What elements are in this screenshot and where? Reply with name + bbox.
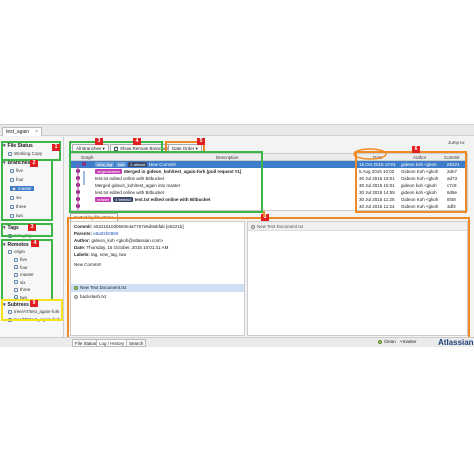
highlight-branches — [1, 159, 53, 221]
sourcetree-window: test_again × ▾ File Status Working Copy ▾ B… — [0, 124, 474, 347]
clean-label: Clean — [384, 339, 396, 344]
badge-6: 6 — [412, 146, 420, 153]
clean-status: Clean — [378, 339, 396, 344]
tab-search[interactable]: Search — [126, 339, 147, 347]
connector — [263, 211, 265, 217]
badge-2: 2 — [30, 160, 38, 167]
badge-4: 4 — [31, 240, 39, 247]
highlight-tags — [1, 223, 53, 237]
check-icon — [378, 339, 382, 344]
badge-3b: 3 — [95, 138, 103, 145]
date-circle — [353, 148, 387, 160]
circle-marker — [353, 148, 387, 160]
atlassian-logo: Atlassian — [438, 338, 474, 347]
highlight-graph-description — [69, 151, 263, 213]
tab-label: test_again — [6, 129, 30, 135]
tab-log-history[interactable]: Log / History — [96, 339, 128, 347]
jump-to-label: Jump to: — [448, 140, 466, 145]
status-bar: File Status Log / History Search Clean ⑂… — [0, 337, 474, 347]
badge-5: 5 — [197, 138, 205, 145]
badge-4b: 4 — [133, 138, 141, 145]
tab-repository[interactable]: test_again × — [2, 127, 42, 136]
highlight-details — [67, 217, 470, 339]
close-icon[interactable]: × — [35, 129, 38, 135]
badge-9: 9 — [30, 300, 38, 307]
branch-status[interactable]: ⑂master — [400, 339, 416, 344]
highlight-remotes — [1, 239, 53, 301]
tab-bar: test_again × — [0, 125, 474, 136]
badge-1: 1 — [52, 144, 60, 151]
badge-3: 3 — [28, 224, 36, 231]
branch-label: master — [402, 339, 417, 344]
